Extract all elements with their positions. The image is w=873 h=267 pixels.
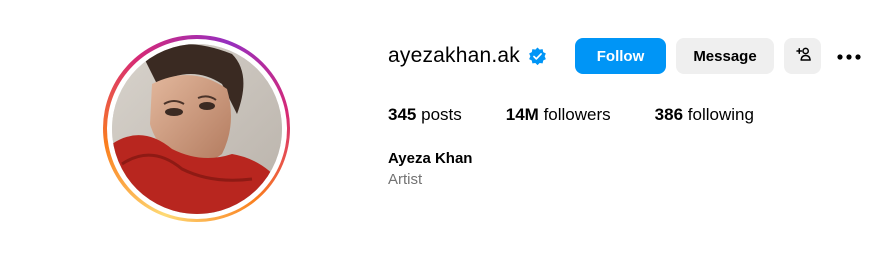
verified-badge-icon bbox=[528, 46, 547, 66]
follow-button[interactable]: Follow bbox=[575, 38, 666, 74]
followers-count: 14M bbox=[505, 105, 539, 124]
message-button[interactable]: Message bbox=[676, 38, 774, 74]
avatar[interactable] bbox=[111, 43, 282, 214]
following-stat[interactable]: 386 following bbox=[655, 105, 754, 125]
suggested-accounts-button[interactable] bbox=[784, 38, 821, 74]
followers-stat[interactable]: 14M followers bbox=[506, 105, 611, 125]
person-add-icon bbox=[794, 45, 812, 67]
story-ring[interactable] bbox=[103, 35, 290, 222]
more-options-icon bbox=[837, 47, 861, 65]
posts-count: 345 bbox=[388, 105, 417, 124]
posts-stat: 345 posts bbox=[388, 105, 462, 125]
profile-header: ayezakhan.ak Follow Message 345 posts 14… bbox=[0, 0, 873, 267]
profile-category: Artist bbox=[388, 171, 423, 188]
profile-actions-row: ayezakhan.ak Follow Message bbox=[388, 38, 862, 74]
followers-label: followers bbox=[543, 105, 611, 124]
username: ayezakhan.ak bbox=[388, 44, 520, 67]
more-options-button[interactable] bbox=[836, 38, 862, 74]
posts-label: posts bbox=[421, 105, 462, 124]
following-count: 386 bbox=[654, 105, 684, 124]
profile-photo bbox=[111, 43, 282, 214]
full-name: Ayeza Khan bbox=[388, 150, 473, 167]
profile-stats: 345 posts 14M followers 386 following bbox=[388, 105, 798, 125]
following-label: following bbox=[687, 105, 754, 124]
